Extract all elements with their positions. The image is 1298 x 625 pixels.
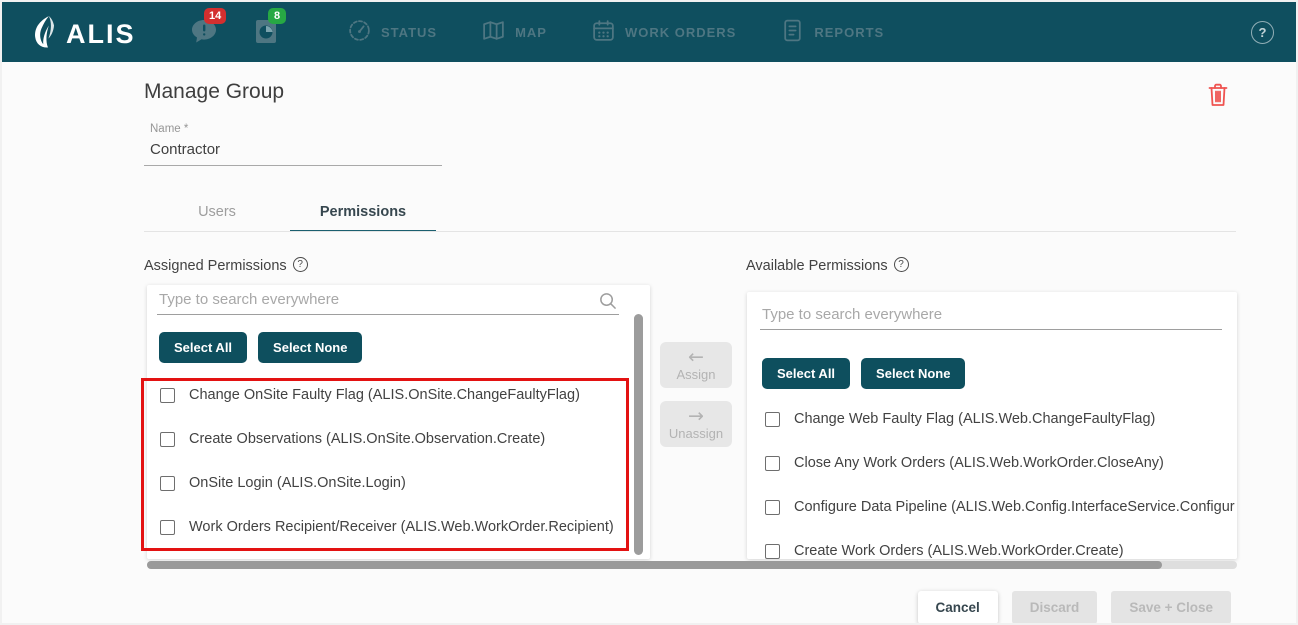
permission-label: Change OnSite Faulty Flag (ALIS.OnSite.C… [189, 387, 580, 403]
assign-button-label: Assign [676, 367, 715, 382]
tab-bar: Users Permissions [144, 195, 436, 232]
available-permissions-panel: Select All Select None Change Web Faulty… [747, 292, 1237, 559]
permission-item[interactable]: Configure Data Pipeline (ALIS.Web.Config… [765, 485, 1237, 529]
gauge-icon [347, 18, 372, 46]
arrow-right-icon: → [688, 407, 704, 425]
nav-reports-label: REPORTS [814, 25, 884, 40]
available-permissions-title: Available Permissions ? [746, 258, 909, 274]
help-icon[interactable]: ? [1251, 21, 1274, 44]
permission-item[interactable]: Work Orders Recipient/Receiver (ALIS.Web… [160, 505, 650, 549]
checkbox-icon[interactable] [765, 544, 780, 559]
assign-button[interactable]: ← Assign [660, 342, 732, 388]
delete-group-button[interactable] [1206, 82, 1230, 108]
cancel-button[interactable]: Cancel [918, 591, 998, 624]
permission-label: Close Any Work Orders (ALIS.Web.WorkOrde… [794, 455, 1164, 471]
nav-status[interactable]: STATUS [347, 18, 437, 46]
checkbox-icon[interactable] [765, 500, 780, 515]
available-select-none-button[interactable]: Select None [861, 358, 965, 389]
tab-permissions[interactable]: Permissions [290, 195, 436, 232]
available-select-all-button[interactable]: Select All [762, 358, 850, 389]
assigned-help-icon[interactable]: ? [293, 257, 308, 272]
assigned-permissions-panel: Select All Select None Change OnSite Fau… [147, 285, 650, 559]
assigned-permissions-title: Assigned Permissions ? [144, 258, 308, 274]
permission-item[interactable]: Create Work Orders (ALIS.Web.WorkOrder.C… [765, 529, 1237, 559]
app-window: ALIS 14 8 [0, 0, 1298, 625]
group-name-input[interactable] [144, 139, 442, 166]
messages-button[interactable]: 14 [190, 18, 218, 44]
search-icon [598, 291, 617, 315]
assigned-select-none-button[interactable]: Select None [258, 332, 362, 363]
assigned-permission-list: Change OnSite Faulty Flag (ALIS.OnSite.C… [147, 373, 650, 549]
top-nav-bar: ALIS 14 8 [2, 2, 1296, 62]
available-search-input[interactable] [760, 302, 1222, 330]
checkbox-icon[interactable] [765, 412, 780, 427]
nav-work-orders[interactable]: WORK ORDERS [591, 18, 736, 46]
messages-count-badge: 14 [204, 8, 226, 24]
available-help-icon[interactable]: ? [894, 257, 909, 272]
arrow-left-icon: ← [688, 348, 704, 366]
permission-label: Work Orders Recipient/Receiver (ALIS.Web… [189, 519, 614, 535]
assigned-vertical-scrollbar[interactable] [634, 314, 643, 555]
permission-label: Create Observations (ALIS.OnSite.Observa… [189, 431, 545, 447]
footer-action-bar: Cancel Discard Save + Close [2, 591, 1231, 624]
reports-notification-button[interactable]: 8 [254, 18, 278, 45]
permission-item[interactable]: Change OnSite Faulty Flag (ALIS.OnSite.C… [160, 373, 650, 417]
permission-label: Configure Data Pipeline (ALIS.Web.Config… [794, 499, 1235, 515]
main-nav: STATUS MAP [347, 2, 884, 62]
trash-icon [1206, 95, 1230, 112]
assigned-permissions-label: Assigned Permissions [144, 258, 287, 274]
horizontal-scrollbar-thumb[interactable] [147, 561, 1162, 569]
unassign-button[interactable]: → Unassign [660, 401, 732, 447]
permission-label: Change Web Faulty Flag (ALIS.Web.ChangeF… [794, 411, 1155, 427]
permission-item[interactable]: Change Web Faulty Flag (ALIS.Web.ChangeF… [765, 397, 1237, 441]
page-title: Manage Group [144, 80, 284, 104]
checkbox-icon[interactable] [160, 388, 175, 403]
discard-button[interactable]: Discard [1012, 591, 1098, 624]
nav-status-label: STATUS [381, 25, 437, 40]
alis-logo[interactable]: ALIS [32, 15, 136, 54]
nav-map[interactable]: MAP [481, 18, 547, 46]
permission-label: Create Work Orders (ALIS.Web.WorkOrder.C… [794, 543, 1124, 559]
assigned-select-all-button[interactable]: Select All [159, 332, 247, 363]
tab-users[interactable]: Users [144, 195, 290, 232]
checkbox-icon[interactable] [160, 432, 175, 447]
horizontal-scrollbar-track[interactable] [147, 561, 1237, 569]
reports-count-badge: 8 [268, 8, 286, 24]
map-icon [481, 18, 506, 46]
name-field-label: Name * [150, 123, 188, 135]
nav-map-label: MAP [515, 25, 547, 40]
alis-logo-text: ALIS [66, 21, 136, 48]
calendar-icon [591, 18, 616, 46]
permission-item[interactable]: Close Any Work Orders (ALIS.Web.WorkOrde… [765, 441, 1237, 485]
checkbox-icon[interactable] [160, 520, 175, 535]
assigned-search-input[interactable] [157, 287, 619, 315]
available-permissions-label: Available Permissions [746, 258, 888, 274]
tab-divider [144, 231, 1236, 232]
available-permission-list: Change Web Faulty Flag (ALIS.Web.ChangeF… [747, 397, 1237, 559]
nav-reports[interactable]: REPORTS [780, 18, 884, 46]
document-icon [780, 18, 805, 46]
nav-work-orders-label: WORK ORDERS [625, 25, 736, 40]
permission-label: OnSite Login (ALIS.OnSite.Login) [189, 475, 406, 491]
unassign-button-label: Unassign [669, 426, 723, 441]
permission-item[interactable]: OnSite Login (ALIS.OnSite.Login) [160, 461, 650, 505]
checkbox-icon[interactable] [765, 456, 780, 471]
save-close-button[interactable]: Save + Close [1111, 591, 1231, 624]
checkbox-icon[interactable] [160, 476, 175, 491]
permission-item[interactable]: Create Observations (ALIS.OnSite.Observa… [160, 417, 650, 461]
alis-leaf-icon [32, 15, 62, 54]
